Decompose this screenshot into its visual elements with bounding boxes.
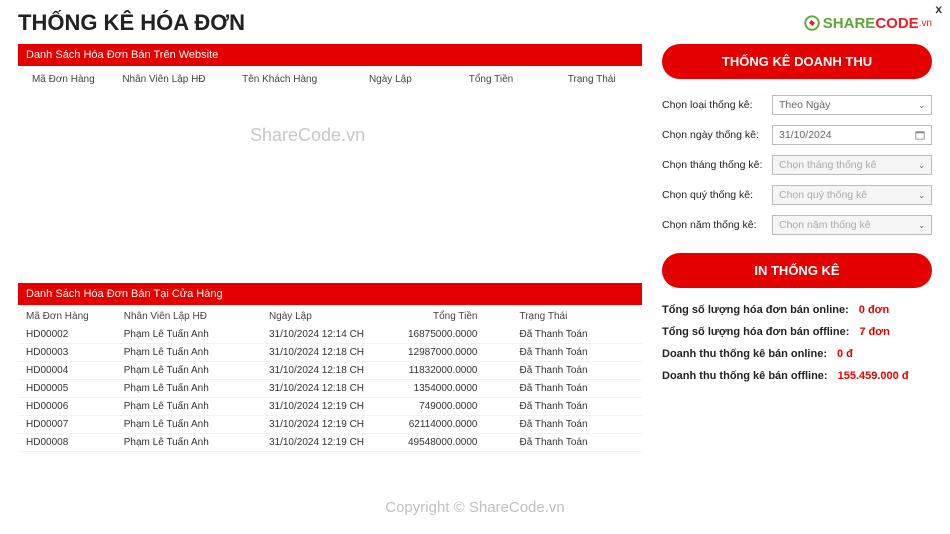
summary-offline-count-value: 7 đơn bbox=[859, 326, 889, 338]
table-row[interactable]: HD00005Phạm Lê Tuấn Anh31/10/2024 12:18 … bbox=[18, 380, 642, 398]
table-header: Tổng Tiền bbox=[441, 68, 542, 91]
filter-date-input[interactable]: 31/10/2024 bbox=[772, 125, 932, 145]
table-header: Ngày Lập bbox=[340, 68, 441, 91]
filter-year-label: Chọn năm thống kê: bbox=[662, 219, 766, 231]
online-orders-table: Mã Đơn HàngNhân Viên Lập HĐTên Khách Hàn… bbox=[18, 68, 642, 271]
summary-online-count-label: Tổng số lượng hóa đơn bán online: bbox=[662, 304, 849, 316]
page-title: THỐNG KÊ HÓA ĐƠN bbox=[18, 10, 245, 36]
table-header: Nhân Viên Lập HĐ bbox=[109, 68, 220, 91]
table-header: Tên Khách Hàng bbox=[219, 68, 340, 91]
summary-offline-rev-value: 155.459.000 đ bbox=[838, 370, 909, 382]
summary-online-rev-value: 0 đ bbox=[837, 348, 853, 360]
chevron-down-icon: ⌄ bbox=[918, 161, 925, 170]
table-row[interactable]: HD00003Phạm Lê Tuấn Anh31/10/2024 12:18 … bbox=[18, 344, 642, 362]
filter-type-select[interactable]: Theo Ngày⌄ bbox=[772, 95, 932, 115]
filter-date-label: Chọn ngày thống kê: bbox=[662, 129, 766, 141]
table-header: Mã Đơn Hàng bbox=[18, 68, 109, 91]
table-header: Mã Đơn Hàng bbox=[18, 307, 122, 326]
table-header: Ngày Lập bbox=[267, 307, 402, 326]
copyright-watermark: Copyright © ShareCode.vn bbox=[385, 499, 564, 516]
table-row[interactable]: HD00008Phạm Lê Tuấn Anh31/10/2024 12:19 … bbox=[18, 434, 642, 452]
logo-icon bbox=[803, 14, 821, 32]
filter-quarter-label: Chọn quý thống kê: bbox=[662, 189, 766, 201]
chevron-down-icon: ⌄ bbox=[918, 221, 925, 230]
filter-month-label: Chọn tháng thống kê: bbox=[662, 159, 766, 171]
table-header: Trạng Thái bbox=[517, 307, 642, 326]
offline-orders-table: Mã Đơn HàngNhân Viên Lập HĐNgày LậpTổng … bbox=[18, 307, 642, 452]
chevron-down-icon: ⌄ bbox=[918, 191, 925, 200]
logo-text-3: .vn bbox=[919, 18, 932, 29]
table-header: Nhân Viên Lập HĐ bbox=[122, 307, 267, 326]
calendar-icon bbox=[915, 130, 925, 140]
filter-month-select[interactable]: Chọn tháng thống kê⌄ bbox=[772, 155, 932, 175]
table-row[interactable]: HD00004Phạm Lê Tuấn Anh31/10/2024 12:18 … bbox=[18, 362, 642, 380]
table-header: Trạng Thái bbox=[541, 68, 642, 91]
close-button[interactable]: x bbox=[935, 2, 942, 16]
logo-text-1: SHARE bbox=[823, 15, 876, 32]
filter-year-select[interactable]: Chọn năm thống kê⌄ bbox=[772, 215, 932, 235]
table-header: Tổng Tiền bbox=[402, 307, 518, 326]
filter-type-label: Chọn loại thống kê: bbox=[662, 99, 766, 111]
chevron-down-icon: ⌄ bbox=[918, 101, 925, 110]
table-row[interactable]: HD00002Phạm Lê Tuấn Anh31/10/2024 12:14 … bbox=[18, 326, 642, 344]
stats-button[interactable]: THỐNG KÊ DOANH THU bbox=[662, 44, 932, 79]
filter-quarter-select[interactable]: Chọn quý thống kê⌄ bbox=[772, 185, 932, 205]
logo-text-2: CODE bbox=[875, 15, 918, 32]
summary-online-rev-label: Doanh thu thống kê bán online: bbox=[662, 348, 827, 360]
logo: SHARECODE.vn bbox=[803, 14, 932, 32]
table-row[interactable]: HD00007Phạm Lê Tuấn Anh31/10/2024 12:19 … bbox=[18, 416, 642, 434]
summary-offline-rev-label: Doanh thu thống kê bán offline: bbox=[662, 370, 828, 382]
offline-section-header: Danh Sách Hóa Đơn Bán Tại Cửa Hàng bbox=[18, 283, 642, 305]
print-button[interactable]: IN THỐNG KÊ bbox=[662, 253, 932, 288]
summary-online-count-value: 0 đơn bbox=[859, 304, 889, 316]
online-section-header: Danh Sách Hóa Đơn Bán Trên Website bbox=[18, 44, 642, 66]
summary-offline-count-label: Tổng số lượng hóa đơn bán offline: bbox=[662, 326, 849, 338]
table-row[interactable]: HD00006Phạm Lê Tuấn Anh31/10/2024 12:19 … bbox=[18, 398, 642, 416]
